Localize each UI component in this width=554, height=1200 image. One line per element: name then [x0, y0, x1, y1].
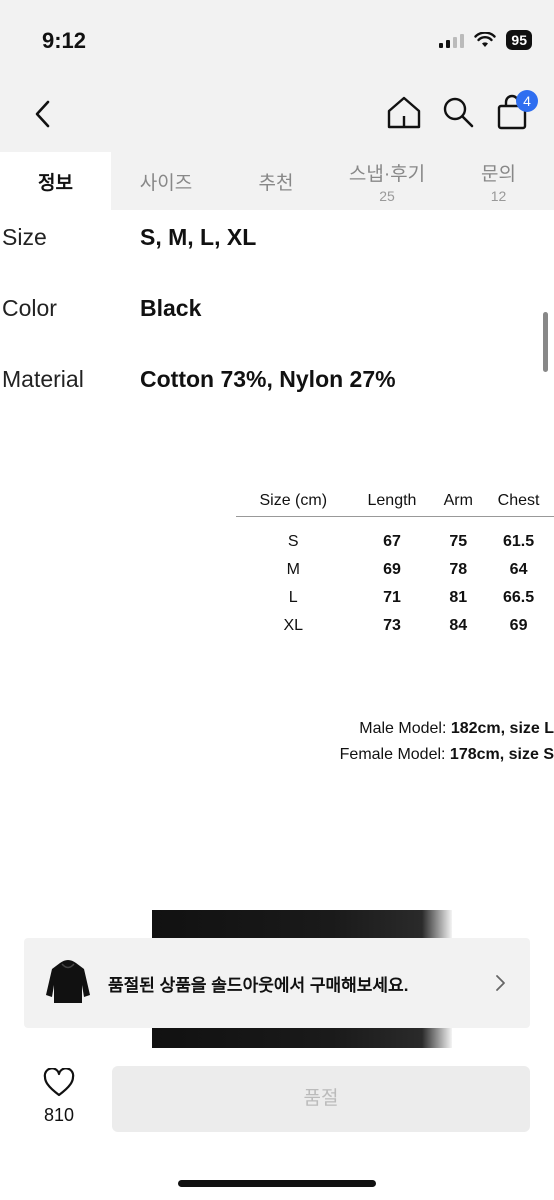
info-label: Material — [2, 365, 84, 392]
info-row-size: Size S, M, L, XL — [0, 220, 554, 254]
chest-cell: 66.5 — [503, 589, 535, 606]
search-icon — [443, 97, 474, 128]
chest-cell: 69 — [509, 617, 528, 634]
info-value: S, M, L, XL — [140, 223, 257, 250]
info-label: Size — [2, 223, 47, 250]
cart-count-badge: 4 — [516, 90, 538, 112]
tab-size[interactable]: 사이즈 — [111, 152, 221, 210]
size-cell: M — [286, 561, 300, 578]
tab-label: 추천 — [258, 172, 294, 194]
chest-cell: 61.5 — [503, 533, 535, 551]
size-table: Size (cm) Length Arm Chest S 67 75 61.5 … — [236, 486, 554, 640]
arm-cell: 84 — [449, 617, 468, 634]
status-time: 9:12 — [42, 28, 87, 53]
back-button[interactable] — [28, 96, 60, 132]
cart-button[interactable]: 4 — [492, 90, 538, 132]
table-row: L 71 81 66.5 — [236, 584, 554, 612]
size-cell: XL — [283, 617, 304, 634]
nav-actions: 4 — [384, 90, 538, 132]
model-value: 178cm, size S — [449, 746, 554, 763]
wifi-icon — [474, 32, 497, 47]
male-model-info: Male Model: 182cm, size L — [359, 720, 554, 738]
home-indicator[interactable] — [178, 1180, 376, 1187]
arm-cell: 75 — [449, 533, 468, 551]
status-bar: 9:12 95 — [0, 0, 554, 80]
chevron-right-icon — [496, 975, 505, 991]
column-header: Chest — [497, 491, 540, 509]
size-table-header: Size (cm) Length Arm Chest — [236, 486, 554, 516]
arm-cell: 78 — [449, 561, 468, 578]
column-header: Arm — [443, 491, 473, 509]
soldout-banner[interactable]: 품절된 상품을 솔드아웃에서 구매해보세요. — [24, 938, 530, 1028]
length-cell: 71 — [383, 589, 401, 606]
nav-bar: 4 — [0, 80, 554, 152]
table-row: XL 73 84 69 — [236, 612, 554, 640]
bottom-action-bar: 810 품절 — [0, 1048, 554, 1200]
product-tabs: 정보 사이즈 추천 스냅·후기 25 문의 12 — [0, 152, 554, 210]
length-cell: 73 — [383, 617, 401, 634]
like-count: 810 — [43, 1105, 75, 1125]
size-cell: L — [288, 589, 298, 606]
tab-recommend[interactable]: 추천 — [221, 152, 331, 210]
banner-text: 품절된 상품을 솔드아웃에서 구매해보세요. — [108, 975, 409, 995]
info-value: Black — [140, 294, 202, 321]
table-row: M 69 78 64 — [236, 556, 554, 584]
model-value: 182cm, size L — [450, 720, 554, 737]
soldout-button[interactable]: 품절 — [112, 1066, 530, 1132]
model-label: Female Model: — [339, 746, 450, 763]
tab-label: 문의 — [481, 163, 516, 185]
tab-count: 12 — [490, 187, 507, 204]
scrollbar[interactable] — [543, 312, 548, 372]
chest-cell: 64 — [509, 561, 528, 578]
info-label: Color — [2, 294, 57, 321]
female-model-info: Female Model: 178cm, size S — [340, 746, 554, 764]
home-button[interactable] — [384, 92, 424, 132]
arm-cell: 81 — [449, 589, 468, 606]
tab-inquiry[interactable]: 문의 12 — [443, 152, 554, 210]
info-row-material: Material Cotton 73%, Nylon 27% — [0, 362, 554, 396]
length-cell: 69 — [383, 561, 401, 578]
column-header: Length — [367, 491, 417, 509]
column-header: Size (cm) — [259, 491, 328, 509]
cellular-signal-icon — [439, 32, 465, 48]
search-button[interactable] — [438, 92, 478, 132]
table-row: S 67 75 61.5 — [236, 516, 554, 556]
info-value: Cotton 73%, Nylon 27% — [140, 365, 396, 392]
tab-count: 25 — [379, 187, 395, 204]
info-row-color: Color Black — [0, 291, 554, 325]
tab-snap-review[interactable]: 스냅·후기 25 — [331, 152, 443, 210]
status-indicators: 95 — [439, 30, 532, 50]
size-cell: S — [287, 533, 299, 551]
heart-icon — [43, 1067, 75, 1097]
length-cell: 67 — [383, 533, 401, 551]
hoodie-thumbnail-icon — [46, 960, 90, 1003]
tab-label: 사이즈 — [139, 172, 193, 194]
battery-icon: 95 — [506, 30, 532, 50]
tab-info[interactable]: 정보 — [0, 152, 111, 210]
like-button[interactable]: 810 — [34, 1067, 84, 1126]
chevron-left-icon — [35, 100, 50, 128]
tab-label: 정보 — [38, 172, 73, 194]
model-label: Male Model: — [359, 720, 451, 737]
home-icon — [387, 96, 421, 129]
tab-label: 스냅·후기 — [348, 163, 426, 185]
